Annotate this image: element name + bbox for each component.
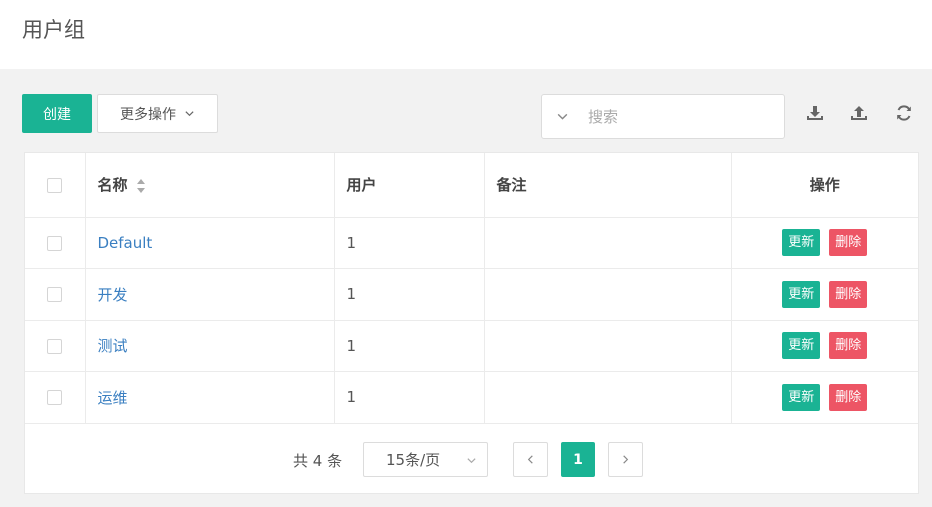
refresh-icon[interactable] <box>894 103 914 123</box>
search-box[interactable] <box>541 94 785 139</box>
row-select-cell <box>25 217 86 269</box>
next-page-button[interactable] <box>608 442 643 477</box>
select-all-cell <box>25 153 86 218</box>
page-size-select[interactable]: 15条/页 <box>363 442 488 477</box>
page-number-current[interactable]: 1 <box>561 442 595 477</box>
group-name-link[interactable]: Default <box>98 234 153 252</box>
pagination-total: 共 4 条 <box>293 452 343 470</box>
sort-icon[interactable] <box>136 178 146 194</box>
row-checkbox[interactable] <box>47 235 63 251</box>
delete-button[interactable]: 删除 <box>829 332 868 360</box>
update-button[interactable]: 更新 <box>782 229 821 257</box>
group-name-link[interactable]: 运维 <box>98 389 128 407</box>
delete-button[interactable]: 删除 <box>829 280 868 308</box>
more-actions-label: 更多操作 <box>120 105 176 122</box>
cell-users: 1 <box>334 320 485 372</box>
page-title: 用户组 <box>22 18 85 42</box>
row-checkbox[interactable] <box>47 338 63 354</box>
cell-name: Default <box>85 217 335 269</box>
cell-note <box>484 371 732 424</box>
update-button[interactable]: 更新 <box>782 280 821 308</box>
delete-button[interactable]: 删除 <box>829 229 868 257</box>
cell-actions: 更新 删除 <box>731 217 918 269</box>
upload-icon[interactable] <box>849 103 869 123</box>
chevron-left-icon <box>527 455 533 464</box>
page-header: 用户组 <box>0 0 932 69</box>
cell-note <box>484 268 732 321</box>
search-filter-toggle[interactable] <box>542 110 582 123</box>
chevron-right-icon <box>623 455 629 464</box>
update-button[interactable]: 更新 <box>782 332 821 360</box>
cell-actions: 更新 删除 <box>731 371 918 424</box>
row-checkbox[interactable] <box>47 390 63 406</box>
table-row: 测试 1 更新 删除 <box>25 320 918 372</box>
column-header-users: 用户 <box>334 153 485 218</box>
prev-page-button[interactable] <box>513 442 548 477</box>
column-header-name[interactable]: 名称 <box>85 153 335 218</box>
chevron-down-icon <box>467 458 476 464</box>
cell-actions: 更新 删除 <box>731 320 918 372</box>
search-input[interactable] <box>588 107 768 126</box>
cell-note <box>484 217 732 269</box>
more-actions-button[interactable]: 更多操作 <box>97 94 218 133</box>
row-select-cell <box>25 320 86 372</box>
table-row: 开发 1 更新 删除 <box>25 268 918 321</box>
cell-name: 运维 <box>85 371 335 424</box>
user-group-table: 名称 用户 备注 操作 Default 1 更新 删除 开发 1 更新 删除 测… <box>25 153 918 424</box>
create-button[interactable]: 创建 <box>22 94 92 133</box>
page-size-value: 15条/页 <box>386 451 441 469</box>
chevron-down-icon <box>557 113 567 120</box>
group-name-link[interactable]: 开发 <box>98 286 128 304</box>
cell-users: 1 <box>334 371 485 424</box>
table-header-row: 名称 用户 备注 操作 <box>25 153 918 218</box>
row-select-cell <box>25 268 86 321</box>
cell-users: 1 <box>334 268 485 321</box>
cell-name: 测试 <box>85 320 335 372</box>
update-button[interactable]: 更新 <box>782 383 821 411</box>
row-select-cell <box>25 371 86 424</box>
cell-actions: 更新 删除 <box>731 268 918 321</box>
table-row: Default 1 更新 删除 <box>25 217 918 269</box>
cell-name: 开发 <box>85 268 335 321</box>
cell-users: 1 <box>334 217 485 269</box>
select-all-checkbox[interactable] <box>47 177 63 193</box>
delete-button[interactable]: 删除 <box>829 383 868 411</box>
row-checkbox[interactable] <box>47 287 63 303</box>
download-icon[interactable] <box>805 103 825 123</box>
column-header-actions: 操作 <box>731 153 918 218</box>
table-row: 运维 1 更新 删除 <box>25 371 918 424</box>
column-header-note: 备注 <box>484 153 732 218</box>
cell-note <box>484 320 732 372</box>
chevron-down-icon <box>185 111 194 117</box>
group-name-link[interactable]: 测试 <box>98 337 128 355</box>
